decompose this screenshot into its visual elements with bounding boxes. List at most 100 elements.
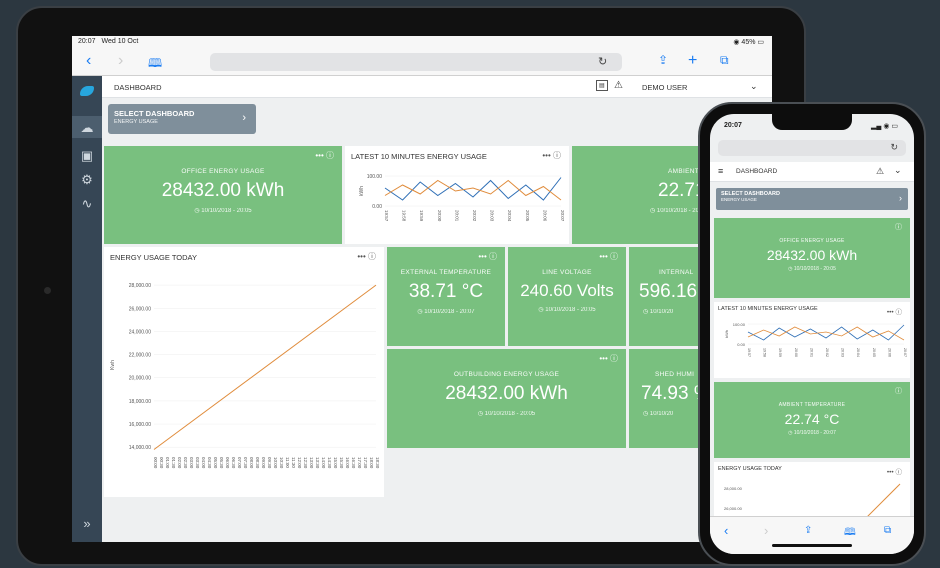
series-line xyxy=(384,177,562,201)
energy-today-chart-card: ENERGY USAGE TODAY ••• ⓘ 28,000.00 26,00… xyxy=(714,462,910,522)
bookmarks-icon[interactable]: 🕮 xyxy=(844,525,856,542)
chevron-down-icon[interactable]: ⌄ xyxy=(750,81,758,92)
x-tick-label: 20:07 xyxy=(560,210,565,222)
devices-nav-icon[interactable]: ▣ xyxy=(72,148,102,164)
reload-icon[interactable]: ↻ xyxy=(890,142,898,153)
x-tick-label: 03:00 xyxy=(189,457,194,469)
tile-title: OFFICE ENERGY USAGE xyxy=(181,168,265,175)
tile-time: 10/10/2018 - 20 xyxy=(656,208,699,214)
select-dashboard-sub: ENERGY USAGE xyxy=(721,197,757,202)
dashboard-topbar: DASHBOARD ▤ ⚠ DEMO USER ⌄ xyxy=(102,76,772,98)
share-icon[interactable]: ⇪ xyxy=(658,53,668,67)
settings-nav-icon[interactable]: ⚙ xyxy=(72,172,102,188)
tile-value: 28432.00 kWh xyxy=(445,383,568,404)
tile-menu-icon[interactable]: ⓘ xyxy=(895,222,902,232)
x-tick-label: 19:59 xyxy=(419,210,424,222)
safari-toolbar: ‹ › 🕮 ↻ ⇪ + ⧉ xyxy=(72,48,772,76)
device-icon[interactable]: ▤ xyxy=(596,80,608,91)
iphone-screen: 20:07 ▂▄ ◉ ▭ ↻ ≡ DASHBOARD ⚠ ⌄ SELECT DA… xyxy=(710,114,914,554)
y-axis-label: kWh xyxy=(359,186,365,196)
select-dashboard-sub: ENERGY USAGE xyxy=(114,119,158,125)
battery-label: 45% xyxy=(741,39,756,46)
y-tick-label: 22,000.00 xyxy=(129,353,151,359)
x-tick-label: 19:58 xyxy=(763,348,767,357)
tile-value: 28432.00 kWh xyxy=(766,247,858,263)
activity-nav-icon[interactable]: ∿ xyxy=(72,196,102,212)
x-tick-label: 16:30 xyxy=(351,457,356,469)
tile-time: 10/10/20 xyxy=(649,411,674,417)
page-title: DASHBOARD xyxy=(114,83,162,92)
x-tick-label: 16:00 xyxy=(345,457,350,469)
x-tick-label: 20:02 xyxy=(472,210,477,222)
battery-icon: ▭ xyxy=(755,39,764,46)
new-tab-icon[interactable]: + xyxy=(688,52,697,70)
chevron-right-icon: › xyxy=(899,193,902,203)
back-icon[interactable]: ‹ xyxy=(724,523,728,538)
bookmarks-icon[interactable]: 🕮 xyxy=(148,54,162,75)
x-tick-label: 15:00 xyxy=(333,457,338,469)
y-tick-label: 28,000.00 xyxy=(129,283,151,289)
x-tick-label: 20:06 xyxy=(887,348,891,357)
status-date: Wed 10 Oct xyxy=(101,38,139,45)
x-tick-label: 09:00 xyxy=(261,457,266,469)
y-tick-label: 100.00 xyxy=(733,322,746,327)
x-tick-label: 13:30 xyxy=(315,457,320,469)
x-tick-label: 20:02 xyxy=(825,348,829,357)
today-line-mobile xyxy=(863,483,901,521)
user-name[interactable]: DEMO USER xyxy=(642,83,687,92)
y-tick-label: 0.00 xyxy=(372,204,382,210)
x-tick-label: 04:30 xyxy=(207,457,212,469)
alert-icon[interactable]: ⚠ xyxy=(876,166,884,177)
iphone-url-bar[interactable]: ↻ xyxy=(718,140,906,156)
share-icon[interactable]: ⇪ xyxy=(804,525,812,536)
reload-icon[interactable]: ↻ xyxy=(598,55,607,68)
expand-sidebar-icon[interactable]: » xyxy=(72,516,102,531)
dashboard-nav-icon[interactable]: ☁ xyxy=(72,116,102,138)
tile-menu-icon[interactable]: ••• ⓘ xyxy=(599,353,618,364)
sidebar: ☁ ▣ ⚙ ∿ » xyxy=(72,76,102,542)
x-tick-label: 12:00 xyxy=(297,457,302,469)
tile-menu-icon[interactable]: ⓘ xyxy=(895,386,902,396)
y-tick-label: 16,000.00 xyxy=(129,422,151,428)
outbuilding-energy-tile[interactable]: ••• ⓘ OUTBUILDING ENERGY USAGE 28432.00 … xyxy=(387,349,626,448)
tabs-icon[interactable]: ⧉ xyxy=(884,525,891,536)
chevron-down-icon[interactable]: ⌄ xyxy=(894,165,902,176)
back-icon[interactable]: ‹ xyxy=(86,52,91,70)
status-time: 20:07 xyxy=(78,38,96,45)
energy-today-chart: 14,000.00 16,000.00 18,000.00 20,000.00 22,0… xyxy=(110,283,380,469)
x-tick-label: 19:59 xyxy=(778,348,782,357)
x-tick-label: 19:57 xyxy=(384,210,389,222)
menu-icon[interactable]: ≡ xyxy=(718,166,723,176)
external-temperature-tile[interactable]: ••• ⓘ EXTERNAL TEMPERATURE 38.71 °C ◷ 10… xyxy=(387,247,505,346)
forward-icon[interactable]: › xyxy=(118,52,123,70)
y-tick-label: 20,000.00 xyxy=(129,376,151,382)
office-energy-tile[interactable]: ⓘ OFFICE ENERGY USAGE 28432.00 kWh ◷ 10/… xyxy=(714,218,910,298)
ipad-status-bar: 20:07 Wed 10 Oct ◉ 45% ▭ xyxy=(72,36,772,48)
x-tick-label: 06:30 xyxy=(231,457,236,469)
x-tick-label: 20:00 xyxy=(794,348,798,357)
latest-energy-chart-card: LATEST 10 MINUTES ENERGY USAGE ••• ⓘ 100… xyxy=(345,146,569,244)
url-bar[interactable] xyxy=(210,53,622,71)
energy-today-chart-card: ENERGY USAGE TODAY ••• ⓘ 14,000.00 16,000… xyxy=(104,247,384,497)
x-tick-label: 19:57 xyxy=(747,348,751,357)
x-tick-label: 10:30 xyxy=(279,457,284,469)
latest-energy-chart-card: LATEST 10 MINUTES ENERGY USAGE ••• ⓘ 100… xyxy=(714,302,910,378)
tabs-icon[interactable]: ⧉ xyxy=(720,53,729,68)
tile-menu-icon[interactable]: ••• ⓘ xyxy=(478,251,497,262)
office-energy-tile[interactable]: ••• ⓘ OFFICE ENERGY USAGE 28432.00 kWh ◷… xyxy=(104,146,342,244)
ipad-camera xyxy=(44,287,51,294)
select-dashboard-button[interactable]: SELECT DASHBOARD ENERGY USAGE › xyxy=(716,188,908,210)
alert-icon[interactable]: ⚠ xyxy=(614,80,623,91)
tile-menu-icon[interactable]: ••• ⓘ xyxy=(315,150,334,161)
tile-value: 240.60 Volts xyxy=(520,281,614,300)
y-tick-label: 14,000.00 xyxy=(129,445,151,451)
ambient-temperature-tile[interactable]: ⓘ AMBIENT TEMPERATURE 22.74 °C ◷ 10/10/2… xyxy=(714,382,910,458)
select-dashboard-button[interactable]: SELECT DASHBOARD ENERGY USAGE › xyxy=(108,104,256,134)
x-tick-label: 15:30 xyxy=(339,457,344,469)
x-tick-label: 07:30 xyxy=(243,457,248,469)
tile-menu-icon[interactable]: ••• ⓘ xyxy=(599,251,618,262)
line-voltage-tile[interactable]: ••• ⓘ LINE VOLTAGE 240.60 Volts ◷ 10/10/… xyxy=(508,247,626,346)
forward-icon[interactable]: › xyxy=(764,523,768,538)
y-tick-label: 24,000.00 xyxy=(129,329,151,335)
x-tick-label: 09:30 xyxy=(267,457,272,469)
